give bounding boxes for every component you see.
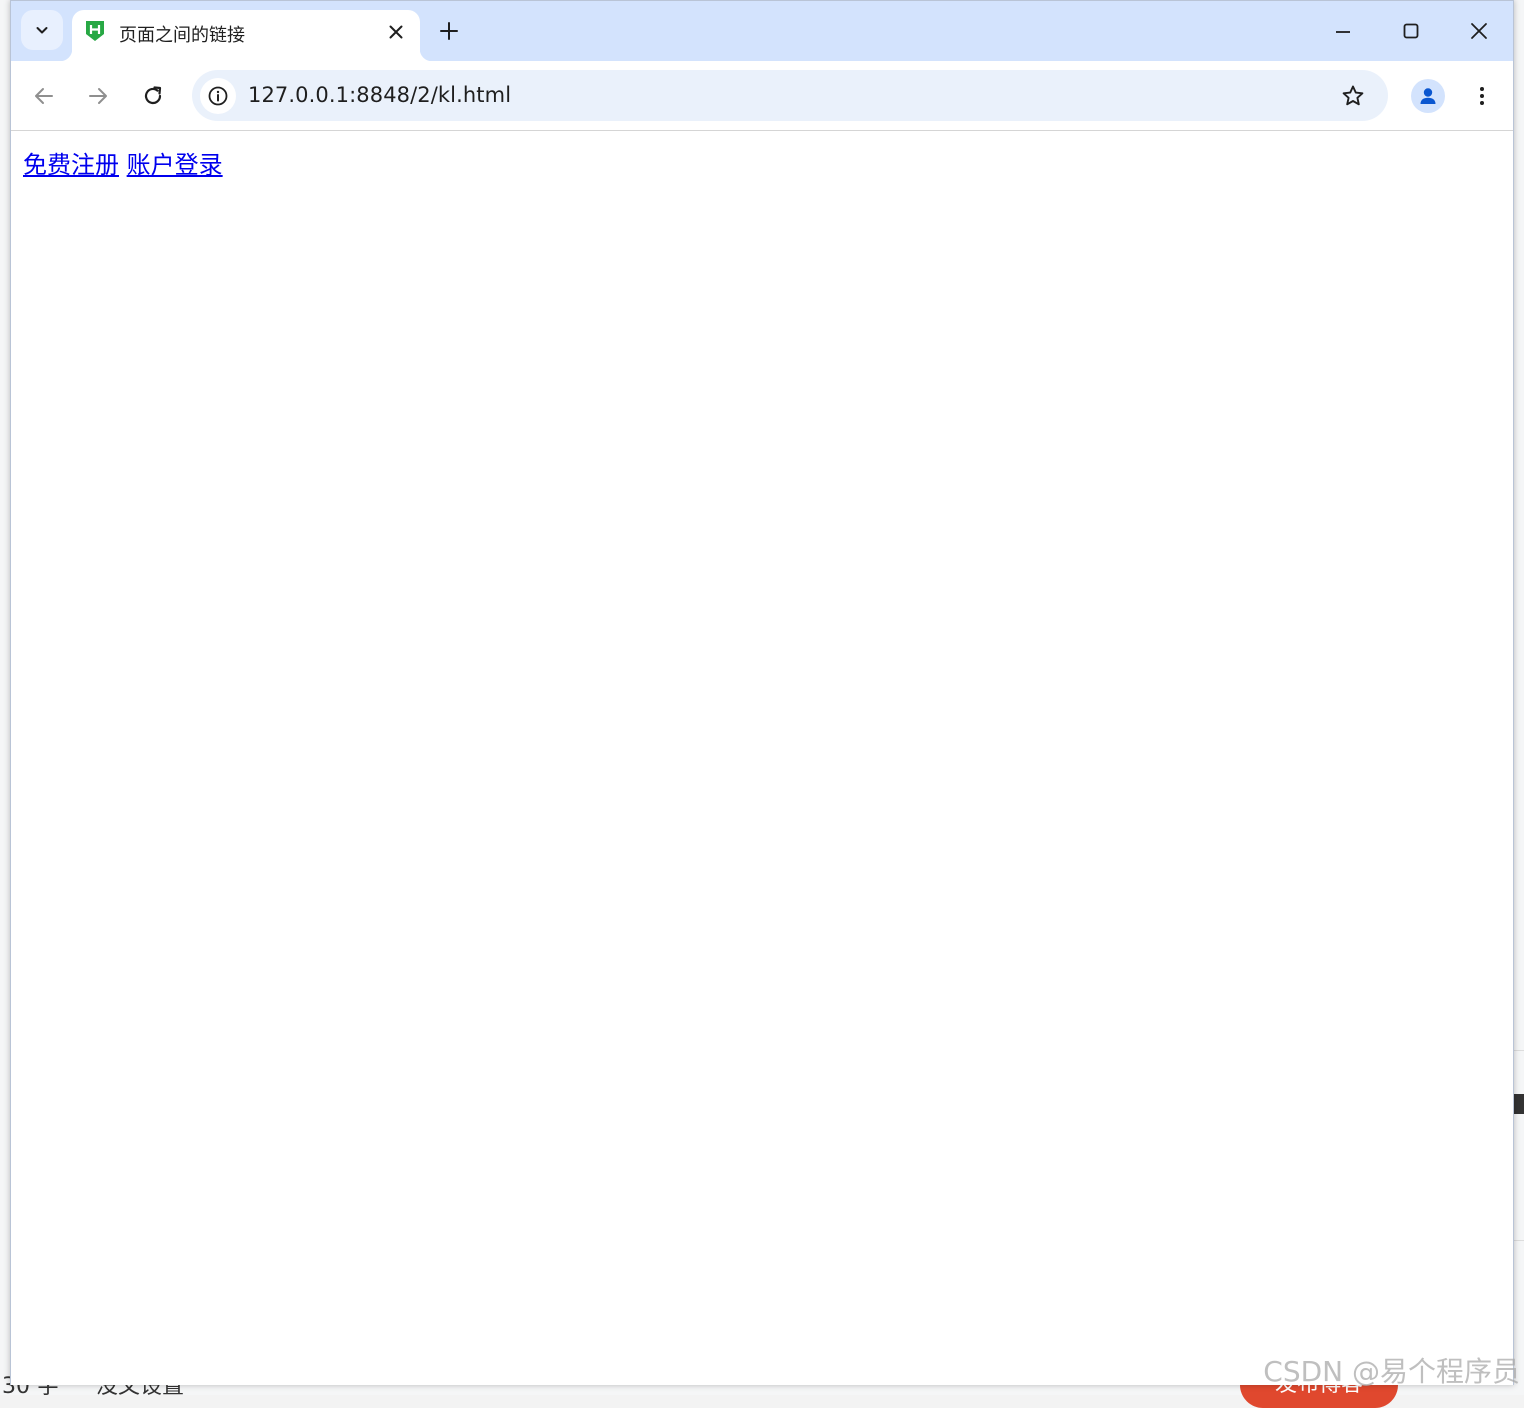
person-icon — [1420, 88, 1436, 104]
chevron-down-icon — [36, 27, 48, 34]
tab-active[interactable]: 页面之间的链接 — [60, 10, 432, 61]
arrow-right-icon[interactable] — [85, 83, 111, 109]
page-content: 免费注册 账户登录 — [23, 145, 223, 180]
minimize-icon[interactable] — [1333, 21, 1353, 41]
background-divider — [1514, 1050, 1524, 1051]
reload-icon[interactable] — [140, 83, 166, 109]
kebab-menu-icon[interactable] — [1469, 83, 1495, 109]
arrow-left-icon[interactable] — [31, 83, 57, 109]
address-bar[interactable]: 127.0.0.1:8848/2/kl.html — [192, 70, 1388, 121]
hbuilder-favicon-icon — [86, 21, 104, 41]
page-viewport: 免费注册 账户登录 — [11, 131, 1513, 1385]
close-icon[interactable] — [1469, 21, 1489, 41]
profile-button[interactable] — [1411, 79, 1445, 113]
tab-search-button[interactable] — [21, 10, 63, 50]
maximize-icon[interactable] — [1401, 21, 1421, 41]
register-link[interactable]: 免费注册 — [23, 151, 119, 179]
site-info-button[interactable] — [200, 78, 236, 114]
watermark: CSDN @易个程序员 — [1263, 1355, 1520, 1388]
url-text[interactable]: 127.0.0.1:8848/2/kl.html — [248, 83, 511, 107]
tab-strip: 页面之间的链接 — [11, 1, 1513, 61]
star-icon[interactable] — [1340, 83, 1366, 109]
tab-title: 页面之间的链接 — [119, 25, 245, 46]
background-fragment — [1514, 1094, 1524, 1114]
login-link[interactable]: 账户登录 — [127, 151, 223, 179]
plus-icon[interactable] — [439, 21, 459, 41]
browser-toolbar: 127.0.0.1:8848/2/kl.html — [11, 61, 1513, 131]
browser-window: 页面之间的链接 127.0.0.1:8848/2/kl.html 免费注册 账户… — [10, 0, 1514, 1385]
background-divider — [1514, 1240, 1524, 1241]
info-icon — [208, 86, 228, 106]
close-icon[interactable] — [386, 22, 406, 42]
